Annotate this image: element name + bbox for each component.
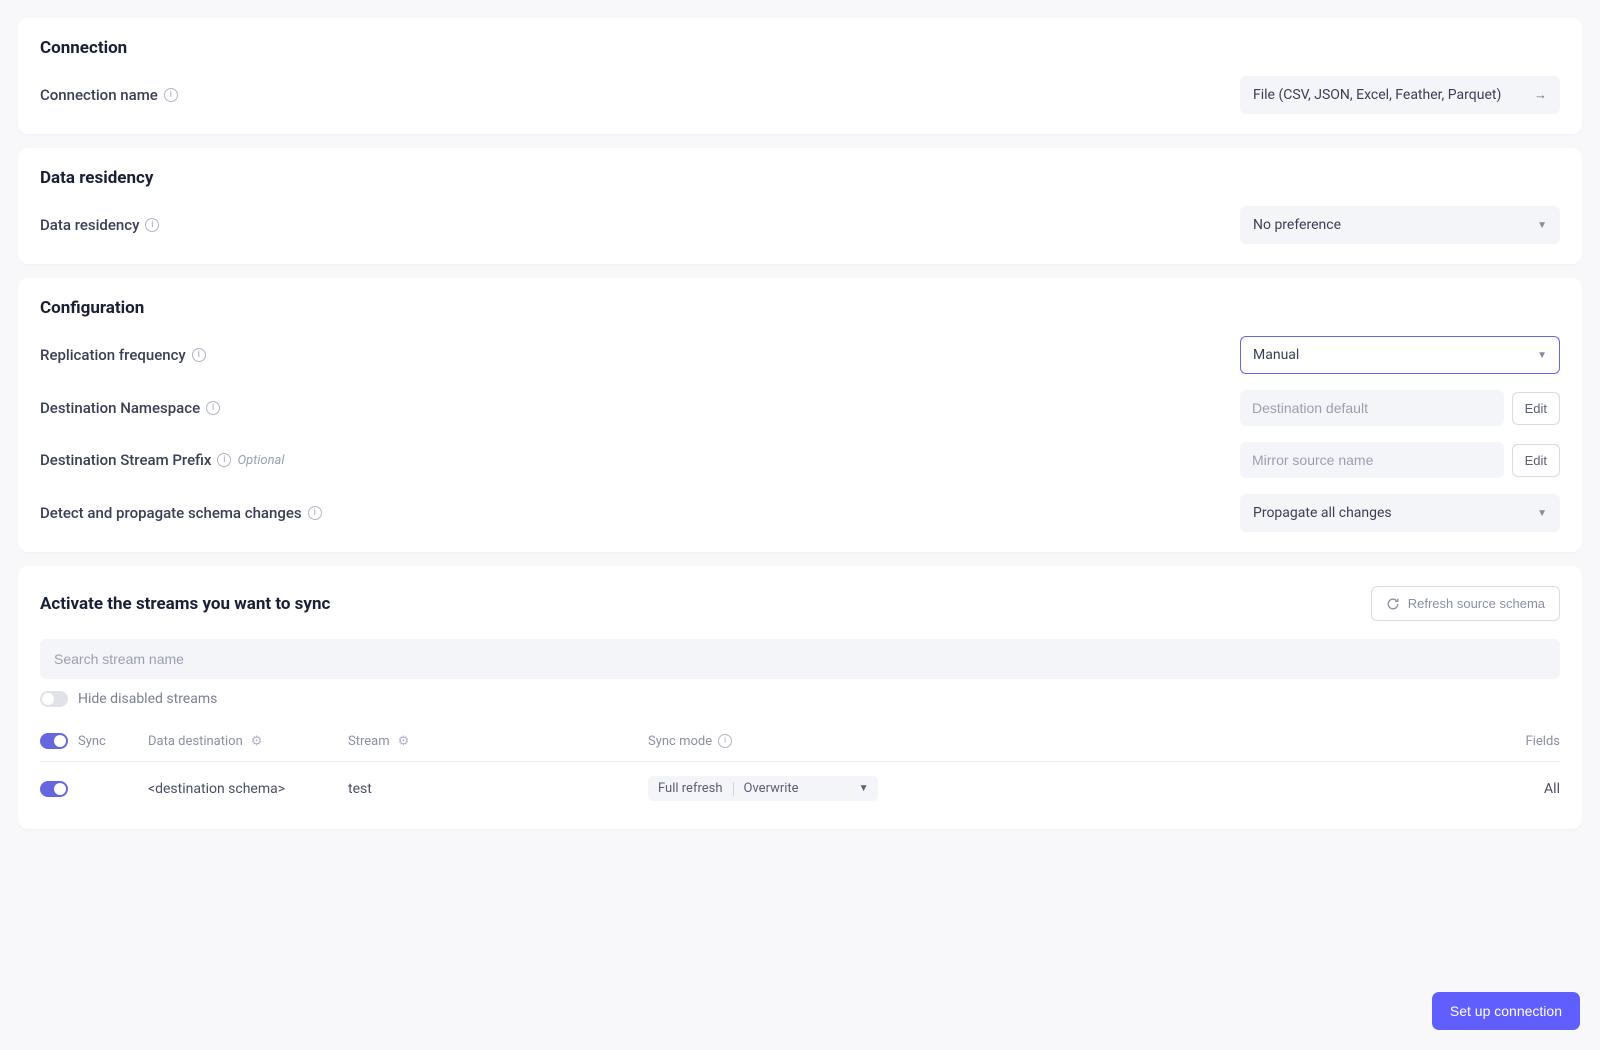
sync-mode-right: Overwrite <box>744 781 799 796</box>
chevron-down-icon: ▼ <box>859 783 869 794</box>
row-stream-cell: test <box>348 781 648 797</box>
residency-select[interactable]: No preference ▼ <box>1240 206 1560 244</box>
setup-connection-button[interactable]: Set up connection <box>1432 992 1580 1030</box>
namespace-label-text: Destination Namespace <box>40 399 200 417</box>
prefix-label: Destination Stream Prefix i Optional <box>40 451 285 469</box>
connection-name-label: Connection name i <box>40 86 178 104</box>
info-icon[interactable]: i <box>308 506 322 520</box>
namespace-label: Destination Namespace i <box>40 399 220 417</box>
syncmode-header-label: Sync mode <box>648 734 712 749</box>
info-icon[interactable]: i <box>206 401 220 415</box>
chevron-down-icon: ▼ <box>1537 220 1547 231</box>
gear-icon[interactable]: ⚙ <box>398 734 410 749</box>
namespace-row: Destination Namespace i Edit <box>40 390 1560 426</box>
schema-control: Propagate all changes ▼ <box>1240 494 1560 532</box>
sync-all-toggle[interactable] <box>40 733 68 749</box>
refresh-icon <box>1386 597 1400 611</box>
residency-value: No preference <box>1253 217 1341 233</box>
connection-name-label-text: Connection name <box>40 86 158 104</box>
namespace-input[interactable] <box>1240 390 1504 426</box>
connection-title: Connection <box>40 38 1560 58</box>
schema-row: Detect and propagate schema changes i Pr… <box>40 494 1560 532</box>
row-fields-cell: All <box>1480 781 1560 797</box>
residency-label: Data residency i <box>40 216 159 234</box>
streams-header: Activate the streams you want to sync Re… <box>40 586 1560 621</box>
connection-name-row: Connection name i File (CSV, JSON, Excel… <box>40 76 1560 114</box>
refresh-schema-label: Refresh source schema <box>1408 596 1545 611</box>
replication-select[interactable]: Manual ▼ <box>1240 336 1560 374</box>
connection-card: Connection Connection name i File (CSV, … <box>18 18 1582 134</box>
info-icon[interactable]: i <box>192 348 206 362</box>
dest-header-label: Data destination <box>148 734 243 749</box>
stream-search-input[interactable] <box>40 639 1560 679</box>
residency-card: Data residency Data residency i No prefe… <box>18 148 1582 264</box>
col-stream-header: Stream ⚙ <box>348 734 648 749</box>
row-sync-cell <box>40 781 148 797</box>
col-syncmode-header: Sync mode i <box>648 734 1480 749</box>
replication-label: Replication frequency i <box>40 346 206 364</box>
optional-text: Optional <box>237 453 284 468</box>
chevron-down-icon: ▼ <box>1537 508 1547 519</box>
replication-label-text: Replication frequency <box>40 346 186 364</box>
prefix-control: Edit <box>1240 442 1560 478</box>
residency-label-text: Data residency <box>40 216 139 234</box>
chevron-down-icon: ▼ <box>1537 350 1547 361</box>
namespace-edit-button[interactable]: Edit <box>1512 392 1560 425</box>
col-dest-header: Data destination ⚙ <box>148 734 348 749</box>
info-icon[interactable]: i <box>718 734 732 748</box>
replication-row: Replication frequency i Manual ▼ <box>40 336 1560 374</box>
gear-icon[interactable]: ⚙ <box>251 734 263 749</box>
schema-label: Detect and propagate schema changes i <box>40 504 322 522</box>
prefix-edit-button[interactable]: Edit <box>1512 444 1560 477</box>
configuration-title: Configuration <box>40 298 1560 318</box>
configuration-card: Configuration Replication frequency i Ma… <box>18 278 1582 552</box>
residency-row: Data residency i No preference ▼ <box>40 206 1560 244</box>
schema-select[interactable]: Propagate all changes ▼ <box>1240 494 1560 532</box>
hide-disabled-toggle[interactable] <box>40 691 68 707</box>
replication-value: Manual <box>1253 347 1299 363</box>
stream-sync-toggle[interactable] <box>40 781 68 797</box>
residency-control: No preference ▼ <box>1240 206 1560 244</box>
stream-header-label: Stream <box>348 734 390 749</box>
streams-card: Activate the streams you want to sync Re… <box>18 566 1582 829</box>
connection-name-control: File (CSV, JSON, Excel, Feather, Parquet… <box>1240 76 1560 114</box>
col-sync-header: Sync <box>40 733 148 749</box>
info-icon[interactable]: i <box>145 218 159 232</box>
replication-control: Manual ▼ <box>1240 336 1560 374</box>
sync-mode-left: Full refresh <box>658 781 723 796</box>
schema-label-text: Detect and propagate schema changes <box>40 504 302 522</box>
hide-disabled-row: Hide disabled streams <box>40 691 1560 707</box>
streams-table-header: Sync Data destination ⚙ Stream ⚙ Sync mo… <box>40 725 1560 762</box>
connection-name-select[interactable]: File (CSV, JSON, Excel, Feather, Parquet… <box>1240 76 1560 114</box>
sync-mode-select[interactable]: Full refresh Overwrite ▼ <box>648 776 878 801</box>
streams-title: Activate the streams you want to sync <box>40 594 330 614</box>
schema-value: Propagate all changes <box>1253 505 1392 521</box>
residency-title: Data residency <box>40 168 1560 188</box>
info-icon[interactable]: i <box>217 453 231 467</box>
hide-disabled-label: Hide disabled streams <box>78 691 217 707</box>
sync-header-label: Sync <box>78 734 106 749</box>
arrow-icon: → <box>1534 87 1547 103</box>
row-dest-cell: <destination schema> <box>148 781 348 797</box>
connection-name-value: File (CSV, JSON, Excel, Feather, Parquet… <box>1253 87 1501 103</box>
prefix-label-text: Destination Stream Prefix <box>40 451 211 469</box>
stream-row: <destination schema> test Full refresh O… <box>40 762 1560 809</box>
namespace-control: Edit <box>1240 390 1560 426</box>
prefix-row: Destination Stream Prefix i Optional Edi… <box>40 442 1560 478</box>
prefix-input[interactable] <box>1240 442 1504 478</box>
divider <box>733 782 734 796</box>
info-icon[interactable]: i <box>164 88 178 102</box>
refresh-schema-button[interactable]: Refresh source schema <box>1371 586 1560 621</box>
row-syncmode-cell: Full refresh Overwrite ▼ <box>648 776 1480 801</box>
col-fields-header: Fields <box>1480 734 1560 749</box>
